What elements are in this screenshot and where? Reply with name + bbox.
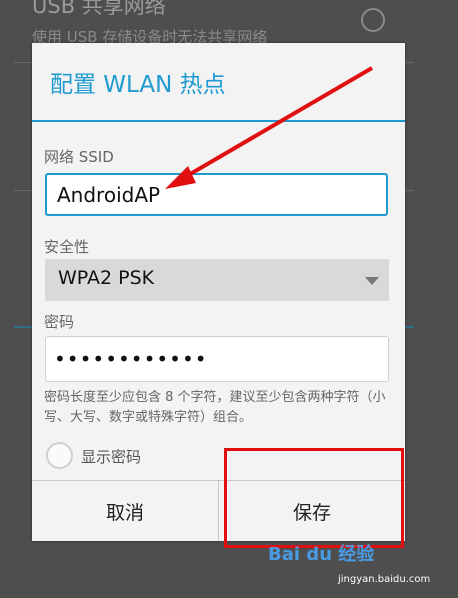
baidu-jingyan-watermark: Bai du 经验 [268,544,375,565]
watermark-url: jingyan.baidu.com [338,574,431,585]
annotation-arrow-shaft [178,66,374,182]
annotation-highlight-box [224,448,404,548]
annotation-arrow-head [165,166,196,189]
